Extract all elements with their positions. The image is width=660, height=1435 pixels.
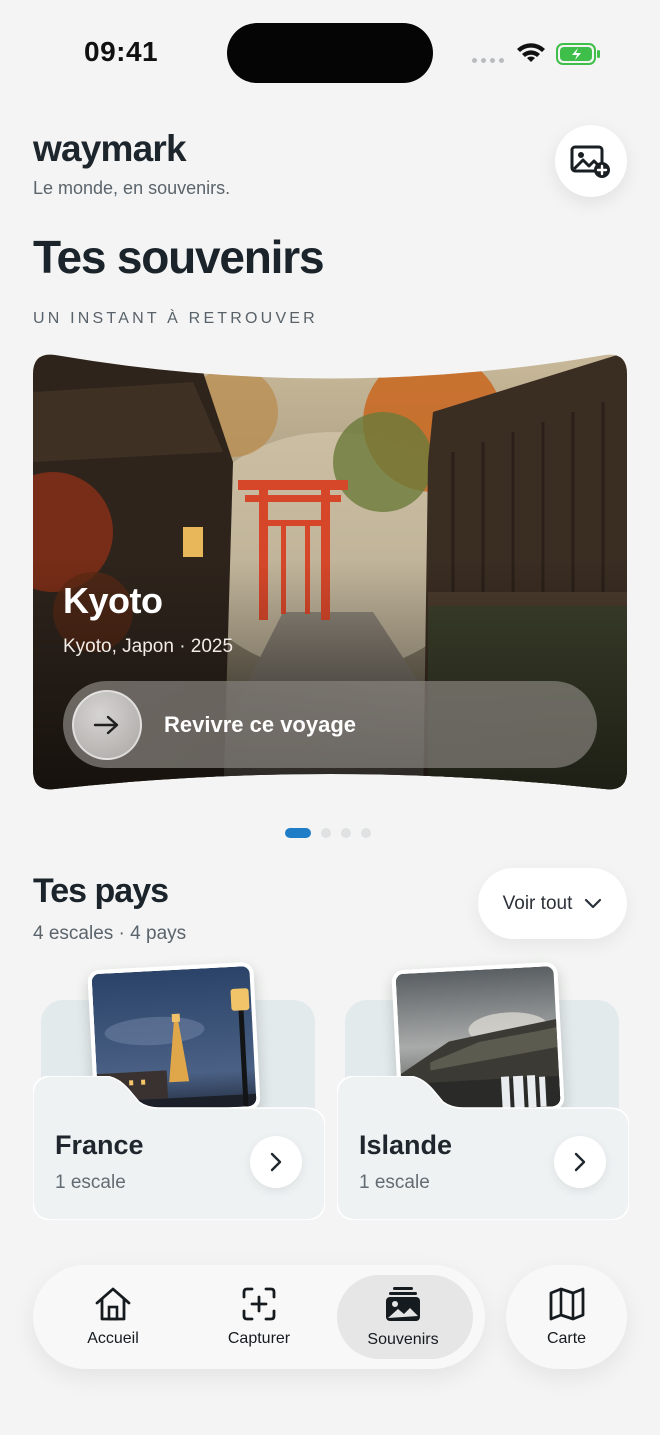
relive-trip-label: Revivre ce voyage	[164, 711, 357, 737]
country-name: France	[55, 1130, 144, 1160]
page-title: Tes souvenirs	[33, 231, 325, 283]
countries-subtitle: 4 escales · 4 pays	[33, 923, 187, 944]
section-eyebrow: UN INSTANT À RETROUVER	[33, 310, 318, 327]
tab-accueil[interactable]: Accueil	[43, 1265, 183, 1369]
tab-carte[interactable]: Carte	[506, 1265, 627, 1369]
tab-bar: Accueil Capturer Souvenirs	[33, 1265, 485, 1369]
carousel-dot[interactable]	[341, 828, 351, 838]
featured-memory-card[interactable]: Kyoto Kyoto, Japon · 2025 Revivre ce voy…	[33, 352, 627, 810]
tab-capturer[interactable]: Capturer	[189, 1265, 329, 1369]
wifi-icon	[517, 43, 545, 62]
arrow-button	[72, 689, 142, 760]
country-card-france[interactable]: France 1 escale	[33, 961, 325, 1222]
tab-label: Accueil	[87, 1330, 139, 1347]
photo-add-icon	[570, 145, 610, 178]
status-time: 09:41	[84, 36, 159, 67]
carousel-dot[interactable]	[285, 828, 311, 838]
cellular-signal-icon	[472, 58, 504, 63]
country-stops: 1 escale	[55, 1172, 126, 1193]
featured-subtitle: Kyoto, Japon · 2025	[63, 636, 234, 657]
map-icon	[549, 1287, 584, 1321]
app-tagline: Le monde, en souvenirs.	[33, 178, 231, 198]
tab-label: Capturer	[227, 1330, 291, 1347]
home-icon	[95, 1287, 131, 1321]
arrow-right-icon	[93, 715, 119, 734]
carousel-dot[interactable]	[321, 828, 331, 838]
country-name: Islande	[359, 1130, 453, 1160]
country-card-islande[interactable]: Islande 1 escale	[337, 961, 629, 1222]
tab-label: Souvenirs	[367, 1331, 439, 1348]
countries-title: Tes pays	[33, 872, 169, 910]
add-photo-button[interactable]	[555, 125, 627, 197]
carousel-dot[interactable]	[361, 828, 371, 838]
relive-trip-button[interactable]: Revivre ce voyage	[63, 681, 597, 768]
see-all-button[interactable]: Voir tout	[478, 868, 627, 939]
chevron-right-icon	[574, 1152, 586, 1172]
tab-label: Carte	[546, 1330, 587, 1347]
capture-icon	[242, 1287, 276, 1321]
chevron-down-icon	[585, 898, 602, 908]
open-country-button[interactable]	[554, 1136, 606, 1188]
chevron-right-icon	[270, 1152, 282, 1172]
app-brand: waymark	[33, 128, 187, 169]
country-stops: 1 escale	[359, 1172, 430, 1193]
open-country-button[interactable]	[250, 1136, 302, 1188]
see-all-label: Voir tout	[502, 892, 573, 914]
carousel-indicator[interactable]	[285, 828, 371, 838]
battery-icon	[556, 43, 600, 65]
photo-stack-icon	[386, 1287, 420, 1321]
dynamic-island	[227, 23, 433, 83]
tab-souvenirs[interactable]: Souvenirs	[333, 1265, 473, 1369]
featured-title: Kyoto	[63, 580, 163, 621]
